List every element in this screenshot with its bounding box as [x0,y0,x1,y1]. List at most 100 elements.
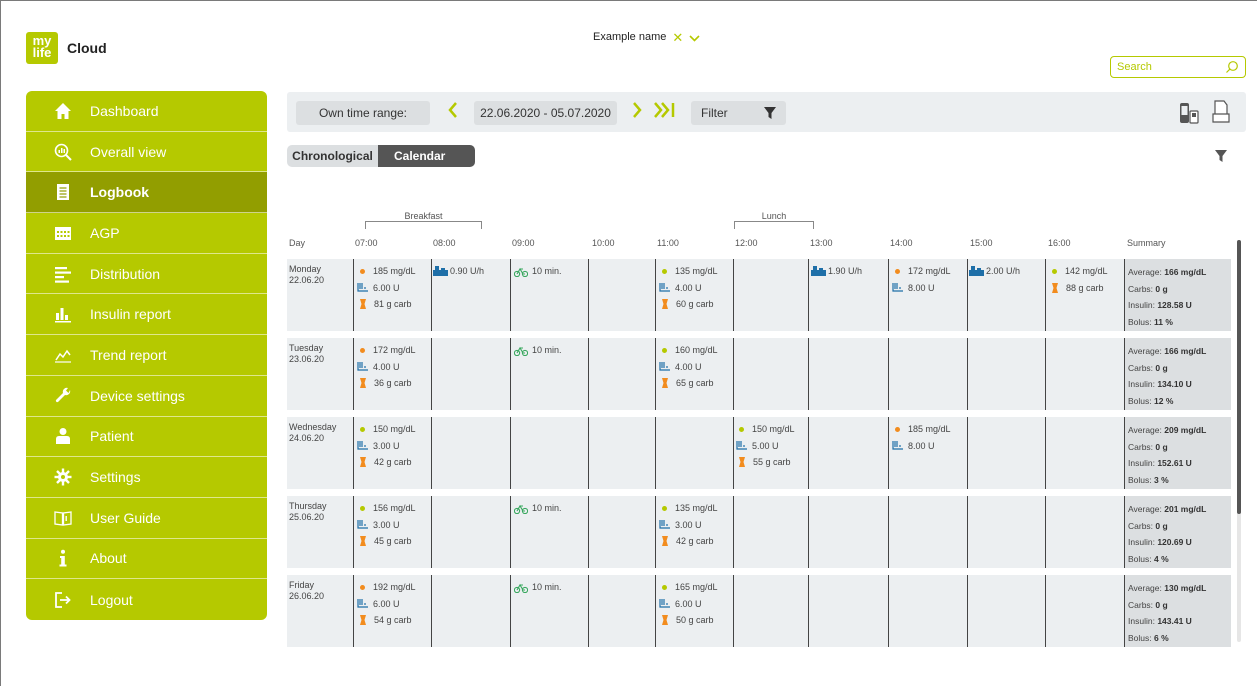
sidebar-item-device-settings[interactable]: Device settings [26,376,267,417]
book-icon [54,510,72,526]
day-label: Tuesday 23.06.20 [289,343,325,364]
bolus-icon [357,283,368,292]
column-divider [655,417,656,489]
carb-icon [662,378,668,389]
sidebar-item-user-guide[interactable]: User Guide [26,498,267,539]
basal-icon [969,266,984,277]
day-summary: Average: 166 mg/dL Carbs: 0 g Insulin: 1… [1125,338,1231,410]
entry-12[interactable]: 150 mg/dL 5.00 U 55 g carb [736,421,795,471]
wrench-icon [55,387,71,402]
bolus-icon [357,599,368,608]
column-header-16: 16:00 [1048,238,1071,248]
entry-09[interactable]: 10 min. [514,579,562,596]
entry-13[interactable]: 1.90 U/h [811,263,862,280]
entry-11[interactable]: 160 mg/dL 4.00 U 65 g carb [659,342,718,392]
entry-15[interactable]: 2.00 U/h [969,263,1020,280]
entry-07[interactable]: 150 mg/dL 3.00 U 42 g carb [357,421,416,471]
column-divider [655,575,656,647]
day-label: Monday 22.06.20 [289,264,325,285]
table-row[interactable]: Wednesday 24.06.20 150 mg/dL 3.00 U 42 g … [287,417,1231,489]
column-divider [510,338,511,410]
bolus-icon [892,441,903,450]
entry-14[interactable]: 172 mg/dL 8.00 U [892,263,951,296]
vertical-scrollbar[interactable] [1237,240,1241,642]
logbook-icon [57,184,69,201]
carb-icon [360,378,366,389]
entry-08[interactable]: 0.90 U/h [433,263,484,280]
column-divider [510,259,511,331]
bolus-icon [736,441,747,450]
entry-09[interactable]: 10 min. [514,500,562,517]
sidebar-item-settings[interactable]: Settings [26,457,267,498]
column-header-09: 09:00 [512,238,535,248]
table-row[interactable]: Friday 26.06.20 192 mg/dL 6.00 U 54 g car… [287,575,1231,647]
gear-icon [54,468,72,486]
bolus-icon [892,283,903,292]
bg-normal-indicator [662,347,667,353]
table-row[interactable]: Tuesday 23.06.20 172 mg/dL 4.00 U 36 g ca… [287,338,1231,410]
column-divider [733,496,734,568]
day-summary: Average: 201 mg/dL Carbs: 0 g Insulin: 1… [1125,496,1231,568]
bicycle-icon [514,504,528,514]
sidebar-item-label: Logout [90,591,133,608]
bg-normal-indicator [662,268,667,274]
entry-16[interactable]: 142 mg/dL 88 g carb [1049,263,1108,296]
sidebar-item-label: Distribution [90,265,161,282]
app-logo[interactable]: my life Cloud [26,32,107,64]
sidebar-item-dashboard[interactable]: Dashboard [26,91,267,132]
bg-normal-indicator [360,505,365,511]
sidebar-item-label: Dashboard [90,102,159,119]
meal-bracket-breakfast [365,221,482,229]
sidebar-item-about[interactable]: About [26,539,267,580]
column-divider [888,338,889,410]
agp-icon [55,226,71,240]
sidebar-item-patient[interactable]: Patient [26,417,267,458]
basal-icon [433,266,448,277]
entry-11[interactable]: 135 mg/dL 4.00 U 60 g carb [659,263,718,313]
sidebar-item-label: AGP [90,224,120,241]
sidebar-item-distribution[interactable]: Distribution [26,254,267,295]
sidebar-item-insulin-report[interactable]: Insulin report [26,294,267,336]
column-divider [655,338,656,410]
column-header-12: 12:00 [735,238,758,248]
entry-07[interactable]: 172 mg/dL 4.00 U 36 g carb [357,342,416,392]
logout-icon [55,591,71,608]
bolus-icon [357,520,368,529]
entry-14[interactable]: 185 mg/dL 8.00 U [892,421,951,454]
column-divider [353,575,354,647]
entry-07[interactable]: 156 mg/dL 3.00 U 45 g carb [357,500,416,550]
day-summary: Average: 209 mg/dL Carbs: 0 g Insulin: 1… [1125,417,1231,489]
meal-label-breakfast: Breakfast [404,211,443,221]
column-divider [431,417,432,489]
entry-09[interactable]: 10 min. [514,263,562,280]
table-row[interactable]: Thursday 25.06.20 156 mg/dL 3.00 U 45 g c… [287,496,1231,568]
bg-high-indicator [360,268,365,274]
entry-11[interactable]: 135 mg/dL 3.00 U 42 g carb [659,500,718,550]
table-row[interactable]: Monday 22.06.20 185 mg/dL 6.00 U 81 g car… [287,259,1231,331]
entry-11[interactable]: 165 mg/dL 6.00 U 50 g carb [659,579,718,629]
sidebar-item-logout[interactable]: Logout [26,579,267,620]
entry-07[interactable]: 185 mg/dL 6.00 U 81 g carb [357,263,416,313]
column-divider [510,417,511,489]
bolus-icon [659,283,670,292]
entry-09[interactable]: 10 min. [514,342,562,359]
column-divider [888,575,889,647]
column-divider [353,338,354,410]
column-divider [967,575,968,647]
carb-icon [360,457,366,468]
sidebar-item-trend-report[interactable]: Trend report [26,335,267,376]
bolus-icon [659,520,670,529]
column-header-13: 13:00 [810,238,833,248]
sidebar-item-label: Device settings [90,387,185,404]
column-divider [967,417,968,489]
scrollbar-thumb[interactable] [1237,240,1241,514]
sidebar-item-logbook[interactable]: Logbook [26,172,267,214]
entry-07[interactable]: 192 mg/dL 6.00 U 54 g carb [357,579,416,629]
day-label: Thursday 25.06.20 [289,501,327,522]
sidebar-item-label: Overall view [90,143,167,160]
app-name: Cloud [67,40,107,56]
column-header-day: Day [289,238,306,248]
bg-high-indicator [360,347,365,353]
sidebar-item-overall-view[interactable]: Overall view [26,132,267,173]
sidebar-item-agp[interactable]: AGP [26,213,267,254]
